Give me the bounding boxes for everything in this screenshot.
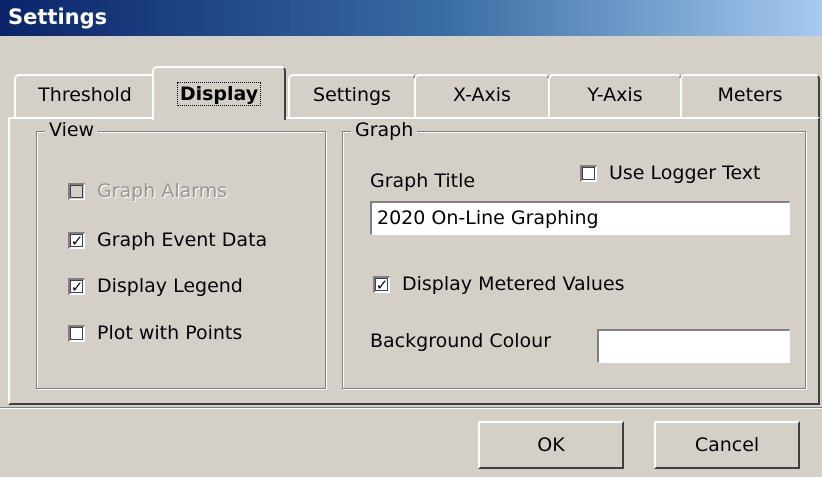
view-legend: View	[45, 119, 99, 141]
checkbox-box	[580, 164, 597, 182]
window-title: Settings	[8, 5, 108, 29]
tab-label: Y-Axis	[587, 84, 643, 106]
checkbox-label: Use Logger Text	[609, 162, 761, 184]
checkbox-label: Plot with Points	[97, 322, 243, 344]
checkbox-box	[68, 182, 85, 200]
graph-legend: Graph	[351, 119, 418, 141]
use-logger-text-checkbox[interactable]: Use Logger Text	[580, 162, 761, 184]
checkmark-icon: ✓	[373, 275, 390, 293]
checkbox-label: Display Legend	[97, 275, 243, 297]
background-colour-swatch[interactable]	[597, 329, 790, 363]
tab-label: Display	[176, 82, 262, 106]
checkmark-icon: ✓	[68, 277, 85, 295]
divider	[0, 407, 822, 409]
graph-title-input[interactable]: 2020 On-Line Graphing	[370, 201, 790, 235]
tab-settings[interactable]: Settings	[288, 74, 416, 118]
tab-label: Settings	[313, 84, 391, 106]
tab-threshold[interactable]: Threshold	[14, 74, 156, 118]
graph-event-data-checkbox[interactable]: ✓ Graph Event Data	[68, 229, 267, 251]
graph-alarms-checkbox[interactable]: Graph Alarms	[68, 180, 227, 202]
checkbox-label: Graph Alarms	[97, 180, 228, 202]
background-colour-label: Background Colour	[370, 330, 552, 352]
tab-label: Threshold	[38, 84, 132, 106]
view-group: View	[36, 119, 326, 389]
ok-button[interactable]: OK	[478, 421, 624, 469]
tab-label: X-Axis	[453, 84, 511, 106]
tab-display[interactable]: Display	[152, 66, 286, 120]
checkbox-label: Display Metered Values	[402, 273, 625, 295]
title-bar: Settings	[0, 0, 822, 36]
display-legend-checkbox[interactable]: ✓ Display Legend	[68, 275, 243, 297]
checkbox-label: Graph Event Data	[97, 229, 268, 251]
tab-label: Meters	[717, 84, 783, 106]
cancel-button[interactable]: Cancel	[654, 421, 800, 469]
checkmark-icon: ✓	[68, 231, 85, 249]
tab-y-axis[interactable]: Y-Axis	[548, 74, 682, 118]
graph-title-label: Graph Title	[370, 170, 476, 192]
tab-meters[interactable]: Meters	[680, 74, 820, 118]
tab-x-axis[interactable]: X-Axis	[414, 74, 550, 118]
display-metered-values-checkbox[interactable]: ✓ Display Metered Values	[373, 273, 625, 295]
checkbox-box	[68, 324, 85, 342]
plot-with-points-checkbox[interactable]: Plot with Points	[68, 322, 242, 344]
